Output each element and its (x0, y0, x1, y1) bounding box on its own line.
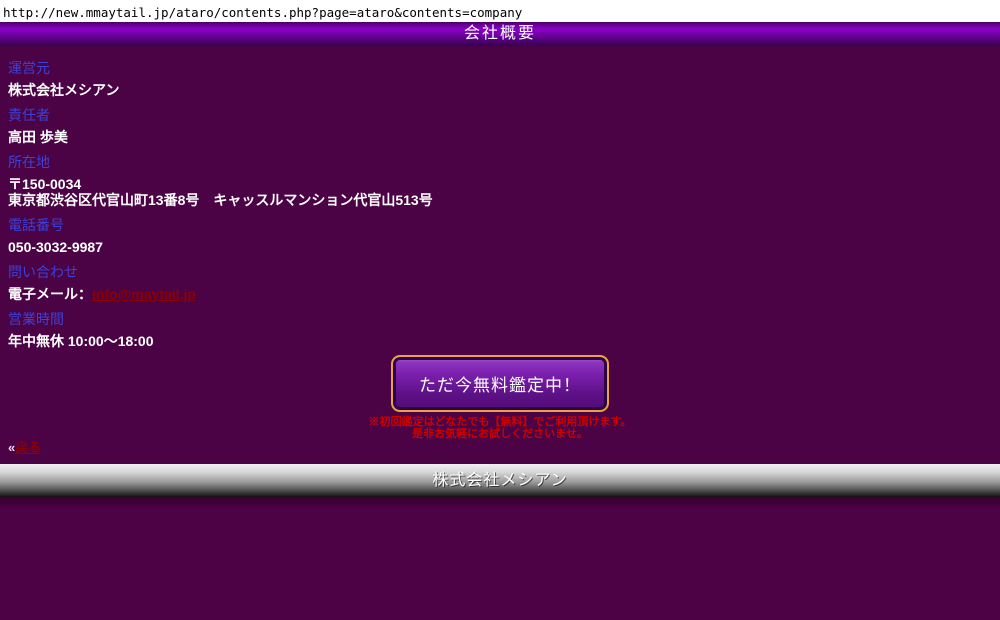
back-nav: «戻る (8, 441, 41, 455)
free-appraisal-button[interactable]: ただ今無料鑑定中！ (391, 355, 609, 412)
section-value-operator: 株式会社メシアン (8, 82, 1000, 98)
section-responsible-person: 責任者 高田 歩美 (8, 108, 1000, 145)
footer-company-name: 株式会社メシアン (432, 472, 567, 489)
section-operator: 運営元 株式会社メシアン (8, 61, 1000, 98)
section-label-contact: 問い合わせ (8, 265, 1000, 280)
section-value-responsible: 高田 歩美 (8, 129, 1000, 145)
url-text: http://new.mmaytail.jp/ataro/contents.ph… (3, 5, 522, 20)
section-label-responsible: 責任者 (8, 108, 1000, 123)
section-phone: 電話番号 050-3032-9987 (8, 218, 1000, 255)
street-address: 東京都渋谷区代官山町13番8号 キャッスルマンション代官山513号 (8, 192, 1000, 208)
footer-bar: 株式会社メシアン (0, 464, 1000, 497)
page-header-bar: 会社概要 (0, 22, 1000, 46)
email-prefix: 電子メール： (8, 286, 92, 302)
email-link[interactable]: info@maytail.jp (92, 286, 196, 302)
free-notice: ※初回鑑定はどなたでも【無料】でご利用頂けます。 是非お気軽にお試しくださいませ… (0, 416, 1000, 440)
back-link[interactable]: 戻る (15, 440, 41, 455)
section-label-operator: 運営元 (8, 61, 1000, 76)
section-label-phone: 電話番号 (8, 218, 1000, 233)
section-label-hours: 営業時間 (8, 312, 1000, 327)
section-label-address: 所在地 (8, 155, 1000, 170)
free-notice-line2: 是非お気軽にお試しくださいませ。 (0, 428, 1000, 440)
postal-code: 〒150-0034 (8, 176, 1000, 192)
section-business-hours: 営業時間 年中無休 10:00～18:00 (8, 312, 1000, 349)
url-bar: http://new.mmaytail.jp/ataro/contents.ph… (0, 0, 1000, 22)
contact-line: 電子メール：info@maytail.jp (8, 286, 1000, 302)
company-info-panel: 運営元 株式会社メシアン 責任者 高田 歩美 所在地 〒150-0034 東京都… (0, 46, 1000, 464)
bottom-area (0, 497, 1000, 620)
page-title: 会社概要 (464, 25, 536, 42)
business-hours: 年中無休 10:00～18:00 (8, 333, 1000, 349)
phone-number: 050-3032-9987 (8, 239, 1000, 255)
section-contact: 問い合わせ 電子メール：info@maytail.jp (8, 265, 1000, 302)
section-address: 所在地 〒150-0034 東京都渋谷区代官山町13番8号 キャッスルマンション… (8, 155, 1000, 208)
free-notice-line1: ※初回鑑定はどなたでも【無料】でご利用頂けます。 (0, 416, 1000, 428)
